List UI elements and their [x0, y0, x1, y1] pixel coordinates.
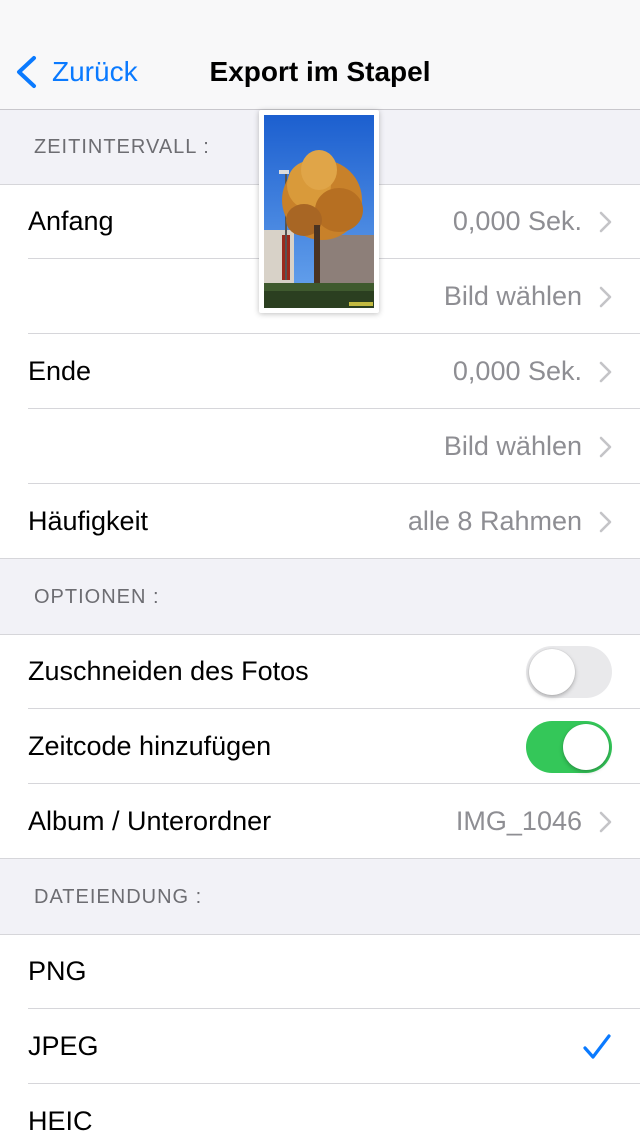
chevron-right-icon [599, 511, 612, 532]
end-pick-label: Bild wählen [443, 431, 582, 461]
end-row[interactable]: Ende 0,000 Sek. [0, 334, 640, 409]
extension-row-heic[interactable]: HEIC [0, 1084, 640, 1138]
start-value: 0,000 Sek. [452, 206, 582, 236]
frame-thumbnail [259, 110, 379, 313]
chevron-right-icon [599, 811, 612, 832]
start-pick-label: Bild wählen [443, 281, 582, 311]
page-title: Export im Stapel [209, 56, 431, 87]
extension-label: JPEG [28, 1031, 99, 1061]
frequency-label: Häufigkeit [28, 506, 149, 536]
timecode-label: Zeitcode hinzufügen [28, 731, 272, 761]
end-label: Ende [28, 356, 92, 386]
album-label: Album / Unterordner [28, 806, 272, 836]
checkmark-icon [583, 1033, 611, 1059]
chevron-right-icon [599, 436, 612, 457]
crop-toggle[interactable] [526, 645, 612, 698]
frequency-value: alle 8 Rahmen [407, 506, 582, 536]
chevron-right-icon [599, 286, 612, 307]
end-value: 0,000 Sek. [452, 356, 582, 386]
extension-label: PNG [28, 956, 87, 986]
start-label: Anfang [28, 206, 114, 236]
album-value: IMG_1046 [455, 806, 582, 836]
end-pick-row[interactable]: Bild wählen [0, 409, 640, 484]
section-header-options: OPTIONEN : [34, 585, 160, 608]
timecode-toggle[interactable] [526, 720, 612, 773]
frequency-row[interactable]: Häufigkeit alle 8 Rahmen [0, 484, 640, 559]
crop-label: Zuschneiden des Fotos [28, 656, 309, 686]
album-row[interactable]: Album / Unterordner IMG_1046 [0, 784, 640, 859]
section-header-extension: DATEIENDUNG : [34, 885, 203, 908]
chevron-right-icon [599, 211, 612, 232]
crop-row: Zuschneiden des Fotos [0, 634, 640, 709]
extension-row-png[interactable]: PNG [0, 934, 640, 1009]
chevron-right-icon [599, 361, 612, 382]
frame-preview-image [264, 115, 374, 308]
toggle-knob [529, 648, 575, 695]
options-group: Zuschneiden des Fotos Zeitcode hinzufüge… [0, 634, 640, 859]
extension-group: PNG JPEG HEIC [0, 934, 640, 1138]
extension-label: HEIC [28, 1106, 93, 1136]
timecode-row: Zeitcode hinzufügen [0, 709, 640, 784]
extension-row-jpeg[interactable]: JPEG [0, 1009, 640, 1084]
toggle-knob [563, 723, 609, 770]
navigation-bar: Zurück Export im Stapel [0, 0, 640, 110]
